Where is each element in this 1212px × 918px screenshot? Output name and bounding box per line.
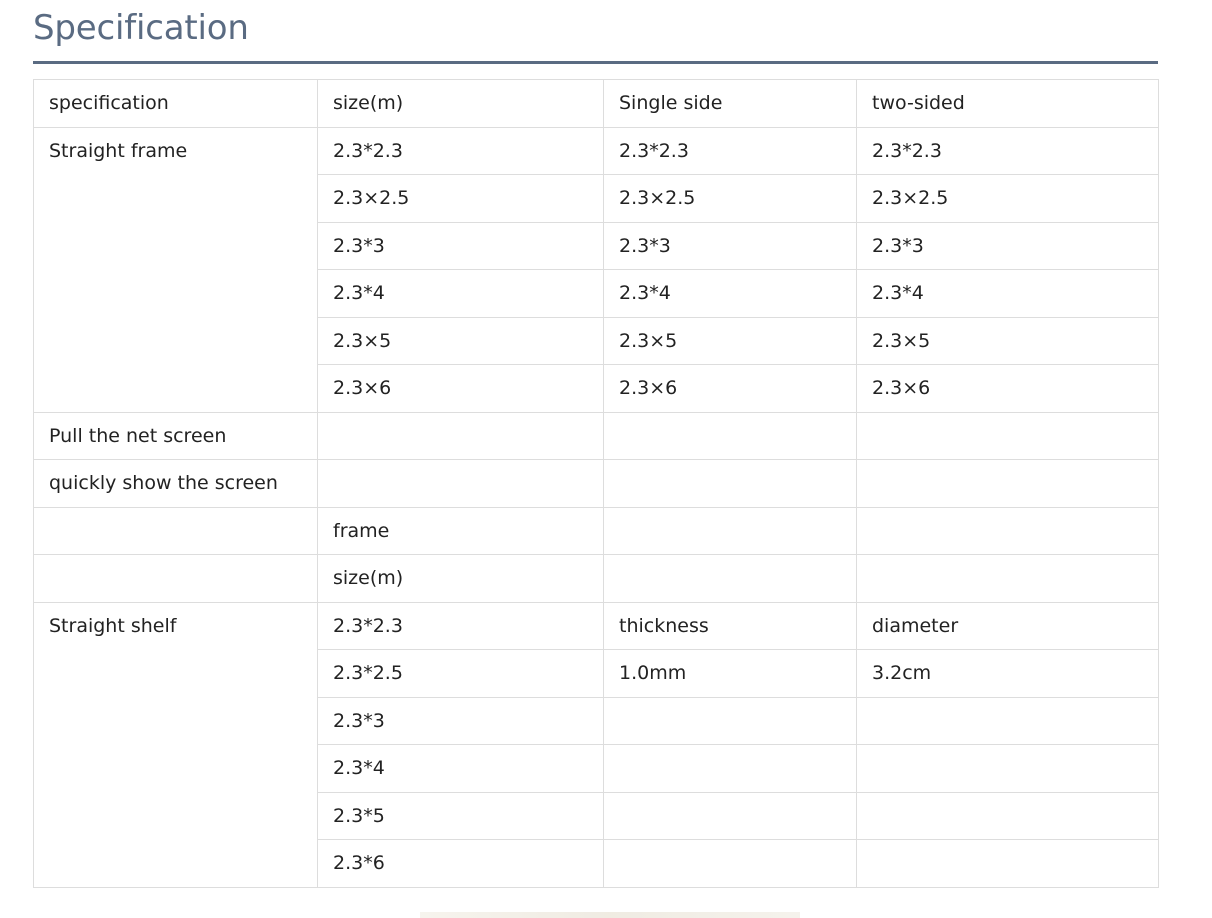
table-cell: 2.3*3 <box>603 221 857 270</box>
table-row: quickly show the screen <box>33 459 1159 508</box>
table-cell: 2.3×2.5 <box>856 174 1159 223</box>
table-cell: 3.2cm <box>856 649 1159 698</box>
table-cell: 2.3×2.5 <box>317 174 604 223</box>
table-cell-empty <box>856 459 1159 508</box>
table-cell: 2.3*3 <box>856 221 1159 270</box>
table-cell <box>603 744 857 793</box>
table-row: size(m) <box>33 554 1159 603</box>
straight-frame-label: Straight frame <box>33 126 318 413</box>
header-cell-single-side: Single side <box>603 79 857 128</box>
table-cell-empty <box>317 411 604 460</box>
table-cell: 2.3*2.5 <box>317 649 604 698</box>
table-cell: 2.3×5 <box>603 316 857 365</box>
table-header-row: specification size(m) Single side two-si… <box>33 79 1159 128</box>
table-row: Straight frame 2.3*2.3 2.3*2.3 2.3*2.3 <box>33 126 1159 413</box>
table-cell: 2.3*4 <box>317 269 604 318</box>
quick-show-screen-label: quickly show the screen <box>33 459 318 508</box>
section-title: Specification <box>33 8 249 48</box>
table-cell: 2.3×2.5 <box>603 174 857 223</box>
frame-label: frame <box>317 506 604 555</box>
table-cell-empty <box>856 411 1159 460</box>
table-cell: 2.3*2.3 <box>317 601 604 650</box>
table-cell: 2.3×5 <box>317 316 604 365</box>
specification-table: specification size(m) Single side two-si… <box>33 79 1159 888</box>
below-fold-image-edge <box>420 912 800 918</box>
table-cell-empty <box>856 554 1159 603</box>
table-cell: 2.3×6 <box>603 364 857 413</box>
table-cell <box>603 791 857 840</box>
table-cell-empty <box>603 506 857 555</box>
table-cell: 2.3*2.3 <box>603 126 857 175</box>
header-cell-specification: specification <box>33 79 318 128</box>
table-cell-empty <box>33 506 318 555</box>
table-cell-empty <box>603 554 857 603</box>
table-cell: 2.3*5 <box>317 791 604 840</box>
size-label: size(m) <box>317 554 604 603</box>
header-cell-two-sided: two-sided <box>856 79 1159 128</box>
table-cell: 2.3*3 <box>317 696 604 745</box>
straight-shelf-label: Straight shelf <box>33 601 318 888</box>
table-cell: 2.3*6 <box>317 839 604 888</box>
table-cell: 2.3×6 <box>317 364 604 413</box>
header-cell-size: size(m) <box>317 79 604 128</box>
table-cell: 2.3*2.3 <box>856 126 1159 175</box>
table-cell: diameter <box>856 601 1159 650</box>
table-cell: 2.3*2.3 <box>317 126 604 175</box>
table-cell-empty <box>856 506 1159 555</box>
table-cell: 2.3*4 <box>317 744 604 793</box>
table-cell <box>856 791 1159 840</box>
table-cell: thickness <box>603 601 857 650</box>
table-cell <box>603 839 857 888</box>
table-cell <box>603 696 857 745</box>
table-cell-empty <box>33 554 318 603</box>
table-cell <box>856 696 1159 745</box>
table-cell: 2.3×6 <box>856 364 1159 413</box>
pull-net-screen-label: Pull the net screen <box>33 411 318 460</box>
table-row: Pull the net screen <box>33 411 1159 460</box>
table-cell <box>856 839 1159 888</box>
table-cell: 2.3×5 <box>856 316 1159 365</box>
table-row: Straight shelf 2.3*2.3 thickness diamete… <box>33 601 1159 888</box>
specification-section: Specification specification size(m) Sing… <box>33 0 1159 888</box>
table-cell <box>856 744 1159 793</box>
title-divider <box>33 61 1158 64</box>
table-cell-empty <box>603 459 857 508</box>
table-cell: 2.3*4 <box>603 269 857 318</box>
table-cell: 1.0mm <box>603 649 857 698</box>
table-cell-empty <box>603 411 857 460</box>
table-cell-empty <box>317 459 604 508</box>
table-cell: 2.3*3 <box>317 221 604 270</box>
table-row: frame <box>33 506 1159 555</box>
table-cell: 2.3*4 <box>856 269 1159 318</box>
